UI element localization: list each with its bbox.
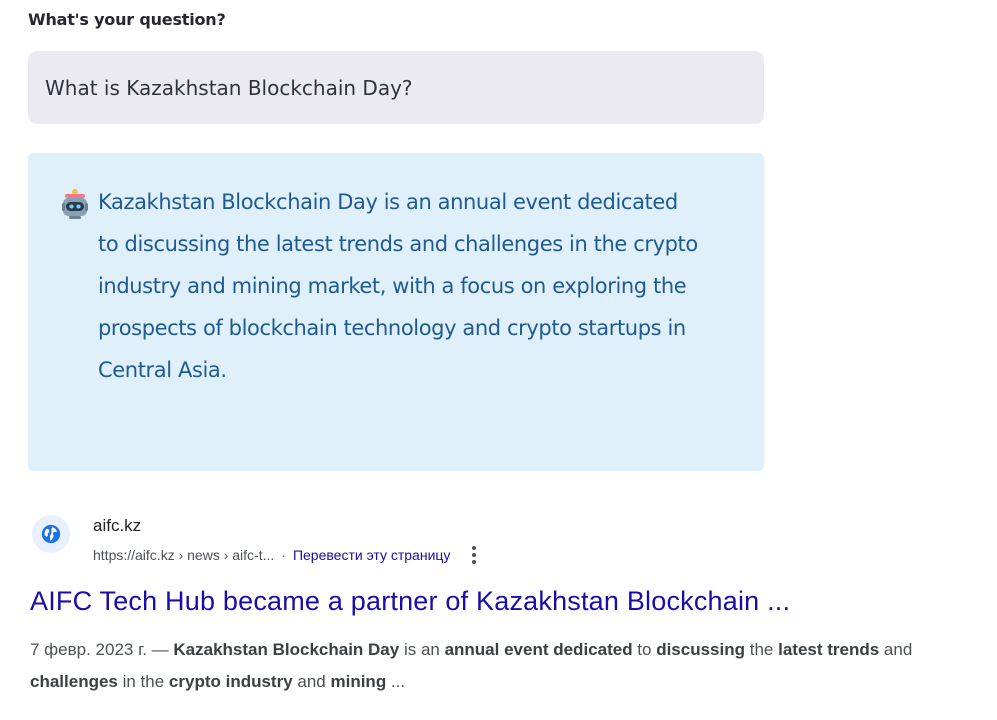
question-label: What's your question? [28,10,226,29]
snippet-highlight: mining [330,672,387,691]
site-url[interactable]: https://aifc.kz › news › aifc-t... [93,547,274,563]
qa-panel: What's your question? Kazakhstan Blockch [0,0,997,485]
url-separator: · [281,547,286,563]
more-options-dot [472,553,477,557]
snippet-fragment: is an [399,640,445,659]
snippet-date: 7 февр. 2023 г. — [30,640,169,659]
snippet-highlight: annual event dedicated [444,640,633,659]
globe-icon[interactable] [32,515,70,553]
snippet-fragment: ... [386,672,406,691]
translate-page-link[interactable]: Перевести эту страницу [293,547,450,563]
snippet-highlight: discussing [656,640,746,659]
answer-row: Kazakhstan Blockchain Day is an annual e… [62,187,734,391]
snippet-fragment: the [745,640,779,659]
snippet-highlight: challenges [30,672,118,691]
more-options-dot [472,560,477,564]
site-name[interactable]: aifc.kz [93,516,141,536]
more-options-icon[interactable] [466,545,482,565]
snippet-highlight: crypto industry [168,672,293,691]
question-input[interactable] [28,51,764,124]
robot-icon [62,189,88,221]
answer-box: Kazakhstan Blockchain Day is an annual e… [28,153,764,471]
snippet-fragment: in the [117,672,169,691]
answer-text: Kazakhstan Blockchain Day is an annual e… [98,190,698,382]
snippet-highlight: Kazakhstan Blockchain Day [173,640,400,659]
site-url-row: https://aifc.kz › news › aifc-t... · Пер… [93,545,482,565]
more-options-dot [472,546,477,550]
snippet-highlight: latest trends [778,640,880,659]
snippet-fragment: and [292,672,331,691]
result-title-link[interactable]: AIFC Tech Hub became a partner of Kazakh… [30,586,790,617]
search-result: aifc.kz https://aifc.kz › news › aifc-t.… [0,485,997,720]
snippet-fragment: to [632,640,657,659]
snippet-fragment: and [879,640,913,659]
result-snippet: 7 февр. 2023 г. — Kazakhstan Blockchain … [30,634,995,698]
